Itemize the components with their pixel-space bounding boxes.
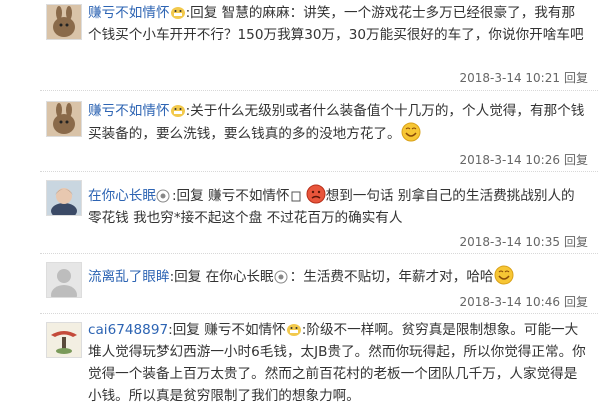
avatar[interactable] [46, 4, 82, 40]
crown-icon [156, 188, 172, 204]
avatar[interactable] [46, 180, 82, 216]
reply-item: 在你心长眠:回复 赚亏不如情怀 想到一句话 别拿自己的生活费挑战别人的零花钱 我也… [0, 172, 598, 254]
reply-meta: 2018-3-14 10:21 回复 [459, 69, 588, 86]
reply-meta: 2018-3-14 10:26 回复 [459, 151, 588, 168]
reply-time: 2018-3-14 10:26 [459, 153, 560, 167]
username-link[interactable]: 在你心长眠 [88, 188, 156, 204]
username-link[interactable]: 赚亏不如情怀 [88, 5, 170, 21]
reply-list: 赚亏不如情怀:回复 智慧的麻麻：讲笑，一个游戏花士多万已经很豪了，我有那个钱买个… [0, 0, 598, 407]
reply-button[interactable]: 回复 [564, 71, 588, 85]
crown-icon [274, 269, 290, 285]
reply-meta: 2018-3-14 10:46 回复 [459, 293, 588, 310]
grin-emoji-icon [286, 322, 302, 338]
reply-text: :回复 赚亏不如情怀 [171, 188, 290, 204]
reply-body: 赚亏不如情怀:回复 智慧的麻麻：讲笑，一个游戏花士多万已经很豪了，我有那个钱买个… [88, 2, 588, 46]
username-link[interactable]: cai6748897 [88, 322, 168, 338]
reply-body: cai6748897:回复 赚亏不如情怀:阶级不一样啊。贫穷真是限制想象。可能一… [88, 319, 588, 407]
reply-item: 赚亏不如情怀:关于什么无级别或者什么装备值个十几万的，个人觉得，有那个钱买装备的… [0, 91, 598, 172]
avatar[interactable] [46, 262, 82, 298]
reply-body: 赚亏不如情怀:关于什么无级别或者什么装备值个十几万的，个人觉得，有那个钱买装备的… [88, 100, 588, 145]
grin-emoji-icon [170, 5, 186, 21]
reply-body: 在你心长眠:回复 赚亏不如情怀 想到一句话 别拿自己的生活费挑战别人的零花钱 我也… [88, 184, 588, 229]
username-link[interactable]: 流离乱了眼眸 [88, 269, 170, 285]
reply-item: 流离乱了眼眸:回复 在你心长眠 ：生活费不贴切，年薪才对，哈哈 2018-3-14… [0, 254, 598, 314]
reply-button[interactable]: 回复 [564, 235, 588, 249]
reply-time: 2018-3-14 10:21 [459, 71, 560, 85]
grin-emoji-icon [170, 103, 186, 119]
reply-button[interactable]: 回复 [564, 295, 588, 309]
reply-button[interactable]: 回复 [564, 153, 588, 167]
reply-meta: 2018-3-14 10:35 回复 [459, 233, 588, 250]
avatar[interactable] [46, 322, 82, 358]
smile-emoji-icon [401, 122, 421, 142]
reply-body: 流离乱了眼眸:回复 在你心长眠 ：生活费不贴切，年薪才对，哈哈 [88, 265, 588, 288]
reply-text: ：生活费不贴切，年薪才对，哈哈 [289, 269, 494, 285]
reply-text: :回复 在你心长眠 [169, 269, 274, 285]
reply-item: cai6748897:回复 赚亏不如情怀:阶级不一样啊。贫穷真是限制想象。可能一… [0, 314, 598, 407]
username-link[interactable]: 赚亏不如情怀 [88, 103, 170, 119]
reply-time: 2018-3-14 10:46 [459, 295, 560, 309]
reply-text: :回复 赚亏不如情怀 [168, 322, 286, 338]
avatar[interactable] [46, 101, 82, 137]
smile-emoji-icon [494, 265, 514, 285]
reply-item: 赚亏不如情怀:回复 智慧的麻麻：讲笑，一个游戏花士多万已经很豪了，我有那个钱买个… [0, 0, 598, 91]
reply-time: 2018-3-14 10:35 [459, 235, 560, 249]
angry-emoji-icon [306, 184, 326, 204]
box-icon [290, 188, 306, 204]
